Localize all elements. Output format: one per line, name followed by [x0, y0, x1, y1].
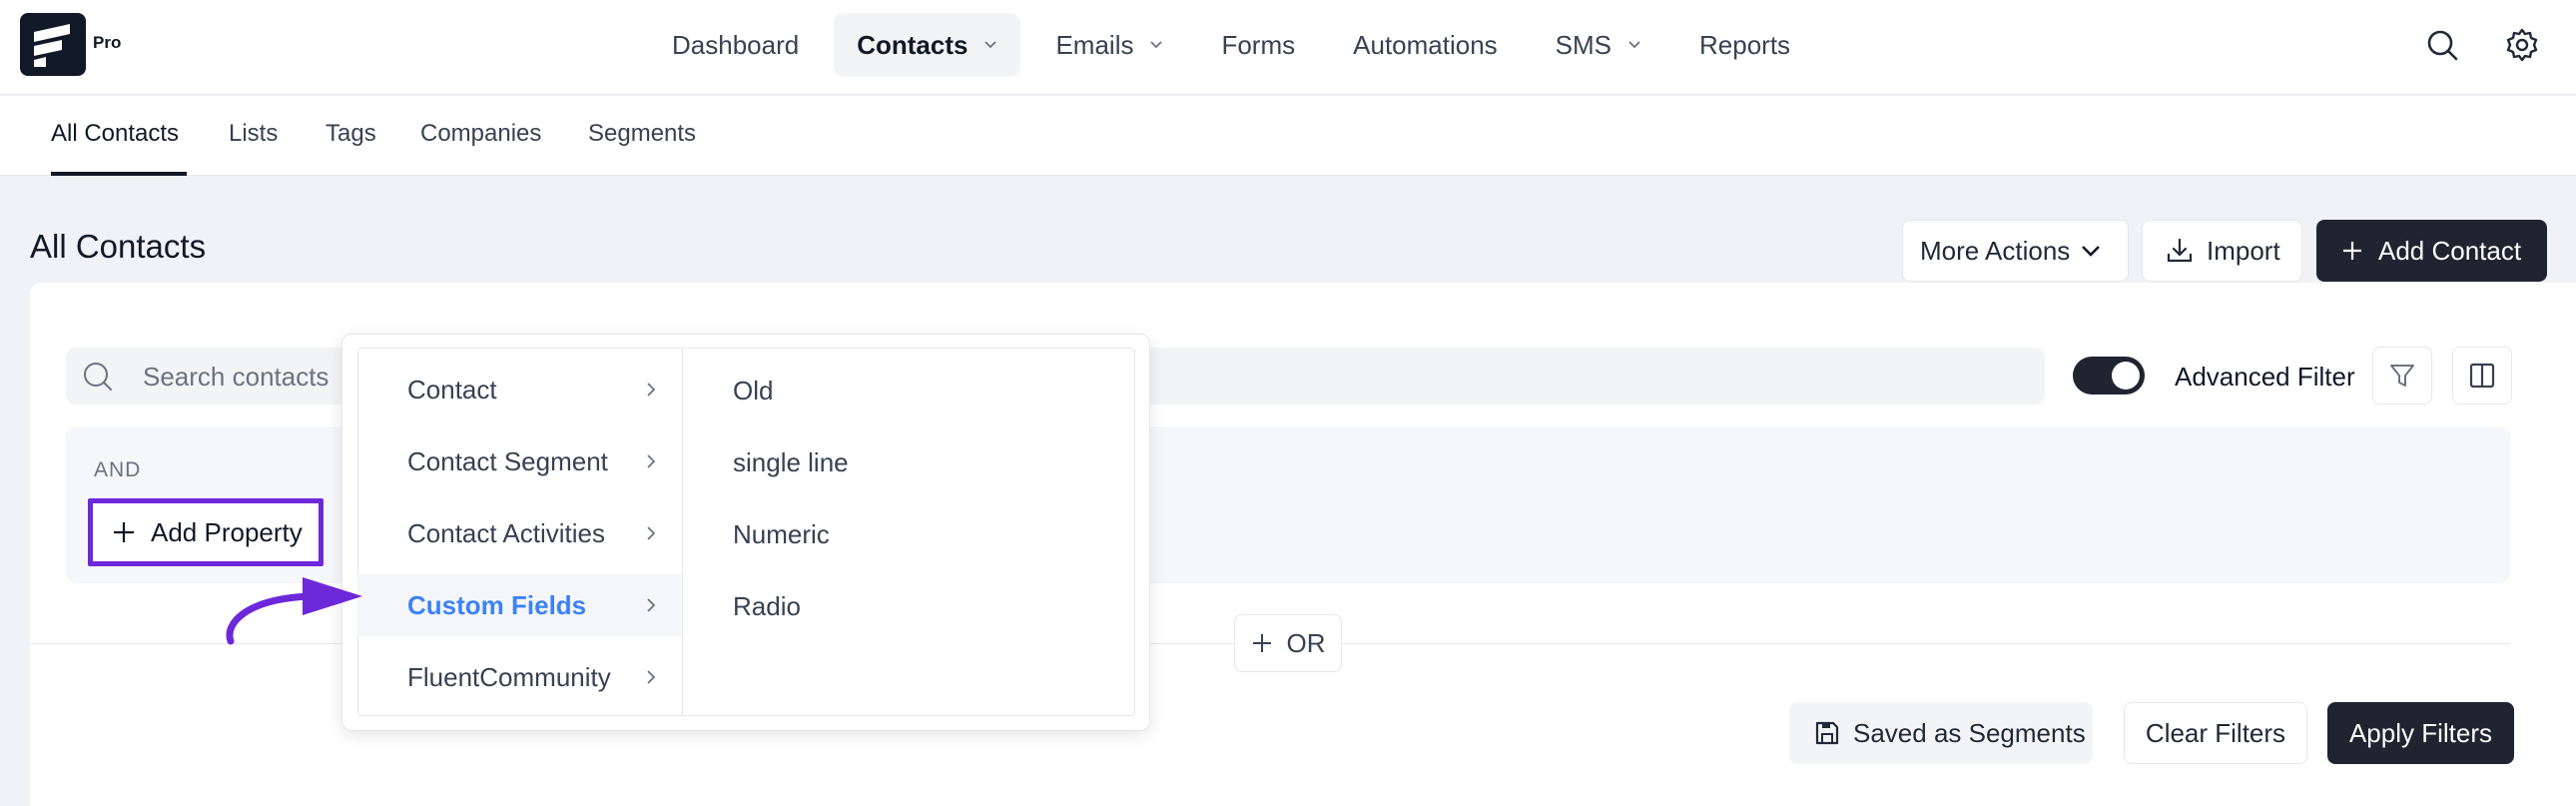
- add-contact-button[interactable]: Add Contact: [2316, 220, 2547, 282]
- gear-icon[interactable]: [2504, 27, 2540, 63]
- or-label: OR: [1286, 627, 1326, 658]
- chevron-right-icon: [647, 383, 656, 397]
- add-or-group-button[interactable]: OR: [1234, 614, 1342, 672]
- menu-item-contact-segment[interactable]: Contact Segment: [357, 430, 681, 492]
- nav-reports-label: Reports: [1699, 29, 1791, 60]
- clear-filters-button[interactable]: Clear Filters: [2124, 702, 2307, 764]
- chevron-down-icon: [1150, 41, 1163, 49]
- search-icon: [84, 363, 112, 391]
- menu-item-label: Contact Activities: [407, 517, 605, 548]
- chevron-right-icon: [647, 670, 656, 684]
- nav-sms-label: SMS: [1555, 29, 1612, 60]
- saved-as-segments-button[interactable]: Saved as Segments: [1789, 702, 2093, 764]
- nav-contacts-label: Contacts: [857, 29, 968, 60]
- group-operator-label: AND: [94, 458, 142, 481]
- nav-sms[interactable]: SMS: [1533, 13, 1664, 77]
- menu-item-label: FluentCommunity: [407, 661, 611, 692]
- nav-automations[interactable]: Automations: [1330, 13, 1521, 77]
- contacts-subnav: [0, 96, 2576, 176]
- plus-icon: [1252, 634, 1271, 652]
- advanced-filter-toggle[interactable]: [2073, 357, 2145, 395]
- more-actions-button[interactable]: More Actions: [1902, 220, 2129, 282]
- chevron-right-icon: [647, 454, 656, 468]
- menu-item-label: Contact: [407, 374, 497, 404]
- apply-filters-button[interactable]: Apply Filters: [2327, 702, 2514, 764]
- save-icon: [1815, 721, 1839, 745]
- plus-icon: [2343, 242, 2361, 260]
- nav-emails[interactable]: Emails: [1032, 13, 1186, 77]
- tab-segments[interactable]: Segments: [588, 120, 696, 148]
- download-icon: [2167, 238, 2193, 263]
- main-nav: Dashboard Contacts Emails Forms Automati…: [649, 13, 1825, 77]
- nav-emails-label: Emails: [1055, 29, 1134, 60]
- nav-dashboard[interactable]: Dashboard: [649, 13, 822, 77]
- add-property-button[interactable]: Add Property: [88, 498, 323, 566]
- chevron-right-icon: [647, 526, 656, 540]
- advanced-filter-label: Advanced Filter: [2175, 362, 2355, 392]
- annotation-arrow-icon: [226, 577, 362, 645]
- search-placeholder: Search contacts: [143, 362, 329, 392]
- custom-field-option[interactable]: single line: [733, 447, 849, 478]
- menu-item-fluentcommunity[interactable]: FluentCommunity: [357, 646, 681, 708]
- add-contact-label: Add Contact: [2378, 235, 2522, 266]
- chevron-down-icon: [984, 41, 997, 49]
- toggle-knob: [2112, 362, 2140, 390]
- menu-item-custom-fields[interactable]: Custom Fields: [357, 574, 681, 636]
- chevron-down-icon: [1628, 41, 1640, 49]
- tab-tags[interactable]: Tags: [325, 120, 376, 148]
- custom-field-option[interactable]: Old: [733, 376, 773, 406]
- plus-icon: [114, 522, 134, 542]
- nav-forms-label: Forms: [1221, 29, 1296, 60]
- chevron-down-icon: [2082, 246, 2101, 257]
- column-layout-button[interactable]: [2452, 347, 2512, 404]
- nav-contacts[interactable]: Contacts: [834, 13, 1021, 77]
- menu-item-label: Contact Segment: [407, 445, 608, 476]
- page-title: All Contacts: [30, 228, 207, 265]
- clear-filters-label: Clear Filters: [2145, 717, 2286, 748]
- add-property-label: Add Property: [151, 516, 303, 547]
- import-label: Import: [2207, 235, 2280, 266]
- columns-icon: [2469, 363, 2495, 389]
- custom-field-option[interactable]: Radio: [733, 591, 801, 622]
- nav-dashboard-label: Dashboard: [672, 29, 800, 60]
- tab-companies[interactable]: Companies: [420, 120, 541, 148]
- saved-as-segments-label: Saved as Segments: [1853, 717, 2086, 748]
- search-icon[interactable]: [2424, 27, 2460, 63]
- tab-all-contacts[interactable]: All Contacts: [51, 120, 179, 148]
- nav-automations-label: Automations: [1353, 29, 1498, 60]
- menu-item-contact-activities[interactable]: Contact Activities: [357, 502, 681, 564]
- chevron-right-icon: [647, 598, 656, 612]
- filter-button[interactable]: [2372, 347, 2432, 404]
- apply-filters-label: Apply Filters: [2348, 717, 2493, 748]
- fluentcrm-logo-icon[interactable]: [20, 13, 86, 76]
- filter-icon: [2390, 365, 2414, 387]
- pro-badge: Pro: [93, 33, 122, 52]
- nav-reports[interactable]: Reports: [1676, 13, 1813, 77]
- nav-forms[interactable]: Forms: [1198, 13, 1318, 77]
- menu-item-contact[interactable]: Contact: [357, 359, 681, 420]
- active-tab-indicator: [51, 172, 187, 176]
- tab-lists[interactable]: Lists: [229, 120, 278, 148]
- more-actions-label: More Actions: [1920, 235, 2071, 266]
- custom-field-option[interactable]: Numeric: [733, 519, 830, 550]
- menu-item-label: Custom Fields: [407, 589, 587, 620]
- import-button[interactable]: Import: [2142, 220, 2302, 282]
